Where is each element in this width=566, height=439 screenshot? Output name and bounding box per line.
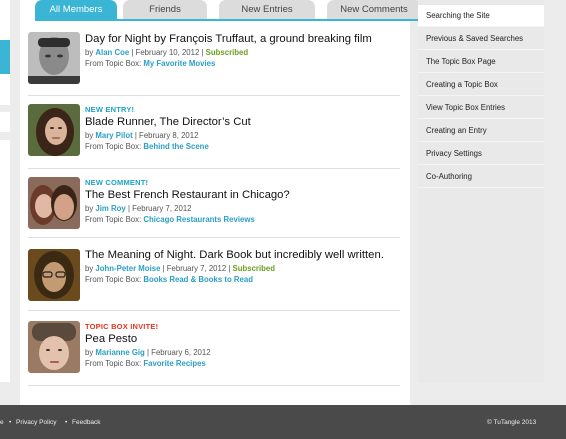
entry-date: | February 6, 2012 (146, 348, 211, 357)
footer-link-cut[interactable]: e (0, 419, 4, 426)
tab-all-members[interactable]: All Members (35, 0, 117, 19)
entry-meta: by Mary Pilot | February 8, 2012 (85, 130, 400, 141)
footer-bullet: • (9, 419, 12, 426)
footer-feedback-link[interactable]: Feedback (72, 419, 101, 426)
topic-label: From Topic Box: (85, 142, 142, 151)
entry-title[interactable]: The Meaning of Night. Dark Book but incr… (85, 248, 400, 263)
avatar[interactable] (28, 321, 80, 373)
entry-meta: by Alan Coe | February 10, 2012 | Subscr… (85, 47, 400, 58)
by-label: by (85, 264, 94, 273)
topic-box-invite-badge: TOPIC BOX INVITE! (85, 322, 159, 331)
new-comment-badge: NEW COMMENT! (85, 178, 149, 187)
feed-entry: The Meaning of Night. Dark Book but incr… (28, 243, 400, 311)
sidebar-item-view-topic-box-entries[interactable]: View Topic Box Entries (418, 97, 544, 119)
entry-topic: From Topic Box: Behind the Scene (85, 141, 400, 152)
entry-title[interactable]: Blade Runner, The Director’s Cut (85, 115, 400, 130)
author-link[interactable]: Mary Pilot (95, 131, 132, 140)
avatar-photo-woman (28, 104, 80, 156)
topic-box-link[interactable]: Books Read & Books to Read (143, 275, 253, 284)
divider (28, 168, 400, 169)
sidebar-item-previous-saved-searches[interactable]: Previous & Saved Searches (418, 28, 544, 50)
feed-entry: NEW COMMENT! The Best French Restaurant … (28, 170, 400, 238)
footer-copyright: © TuTangle 2013 (487, 419, 537, 426)
by-label: by (85, 348, 94, 357)
entry-topic: From Topic Box: My Favorite Movies (85, 58, 400, 69)
sidebar-item-creating-topic-box[interactable]: Creating a Topic Box (418, 74, 544, 96)
entry-meta: by Marianne Gig | February 6, 2012 (85, 347, 400, 358)
avatar[interactable] (28, 249, 80, 301)
sidebar-item-privacy-settings[interactable]: Privacy Settings (418, 143, 544, 165)
topic-label: From Topic Box: (85, 275, 142, 284)
left-panel-edge-2 (0, 112, 10, 132)
feed-tabs: All Members Friends New Entries New Comm… (35, 0, 421, 21)
entry-title[interactable]: Day for Night by François Truffaut, a gr… (85, 32, 400, 47)
feed-entry: TOPIC BOX INVITE! Pea Pesto by Marianne … (28, 318, 400, 386)
feed-entry: Day for Night by François Truffaut, a gr… (28, 28, 400, 96)
by-label: by (85, 204, 94, 213)
topic-label: From Topic Box: (85, 215, 142, 224)
entry-topic: From Topic Box: Books Read & Books to Re… (85, 274, 400, 285)
sidebar-item-topic-box-page[interactable]: The Topic Box Page (418, 51, 544, 73)
entry-meta: by Jim Roy | February 7, 2012 (85, 203, 400, 214)
by-label: by (85, 48, 94, 57)
avatar[interactable] (28, 32, 80, 84)
tab-new-comments[interactable]: New Comments (327, 0, 421, 19)
topic-box-link[interactable]: Behind the Scene (143, 142, 208, 151)
feed-entry: NEW ENTRY! Blade Runner, The Director’s … (28, 101, 400, 169)
by-label: by (85, 131, 94, 140)
subscribed-badge: Subscribed (232, 264, 275, 273)
entry-date: | February 7, 2012 | (162, 264, 231, 273)
entry-meta: by John-Peter Moise | February 7, 2012 |… (85, 263, 400, 274)
author-link[interactable]: John-Peter Moise (95, 264, 160, 273)
avatar-photo-man-bw (28, 32, 80, 84)
entry-title[interactable]: The Best French Restaurant in Chicago? (85, 188, 400, 203)
new-entry-badge: NEW ENTRY! (85, 105, 135, 114)
tab-new-entries[interactable]: New Entries (219, 0, 315, 19)
divider (28, 237, 400, 238)
avatar-photo-man-glasses (28, 249, 80, 301)
entry-date: | February 10, 2012 | (131, 48, 204, 57)
entry-topic: From Topic Box: Chicago Restaurants Revi… (85, 214, 400, 225)
entry-topic: From Topic Box: Favorite Recipes (85, 358, 400, 369)
avatar-photo-woman-hat (28, 321, 80, 373)
divider (28, 385, 400, 386)
tab-friends[interactable]: Friends (123, 0, 207, 19)
left-panel-edge-3 (0, 140, 10, 382)
entry-date: | February 8, 2012 (134, 131, 199, 140)
topic-box-link[interactable]: Chicago Restaurants Reviews (143, 215, 254, 224)
topic-box-link[interactable]: My Favorite Movies (143, 59, 215, 68)
sidebar-item-searching-the-site[interactable]: Searching the Site (418, 5, 544, 27)
topic-box-link[interactable]: Favorite Recipes (143, 359, 205, 368)
divider (28, 95, 400, 96)
subscribed-badge: Subscribed (205, 48, 249, 57)
topic-label: From Topic Box: (85, 59, 142, 68)
divider (28, 310, 400, 311)
sidebar-item-co-authoring[interactable]: Co-Authoring (418, 166, 544, 188)
footer-bullet: • (65, 419, 68, 426)
footer: e • Privacy Policy • Feedback © TuTangle… (0, 405, 566, 439)
topic-label: From Topic Box: (85, 359, 142, 368)
entry-title[interactable]: Pea Pesto (85, 332, 400, 347)
author-link[interactable]: Jim Roy (95, 204, 125, 213)
sidebar-item-creating-entry[interactable]: Creating an Entry (418, 120, 544, 142)
avatar[interactable] (28, 177, 80, 229)
footer-privacy-policy-link[interactable]: Privacy Policy (16, 419, 56, 426)
entry-date: | February 7, 2012 (127, 204, 192, 213)
author-link[interactable]: Alan Coe (95, 48, 129, 57)
help-sidebar: Searching the Site Previous & Saved Sear… (418, 0, 544, 383)
left-panel-accent (0, 40, 10, 74)
activity-feed: All Members Friends New Entries New Comm… (20, 0, 421, 405)
avatar-photo-couple (28, 177, 80, 229)
avatar[interactable] (28, 104, 80, 156)
author-link[interactable]: Marianne Gig (95, 348, 144, 357)
